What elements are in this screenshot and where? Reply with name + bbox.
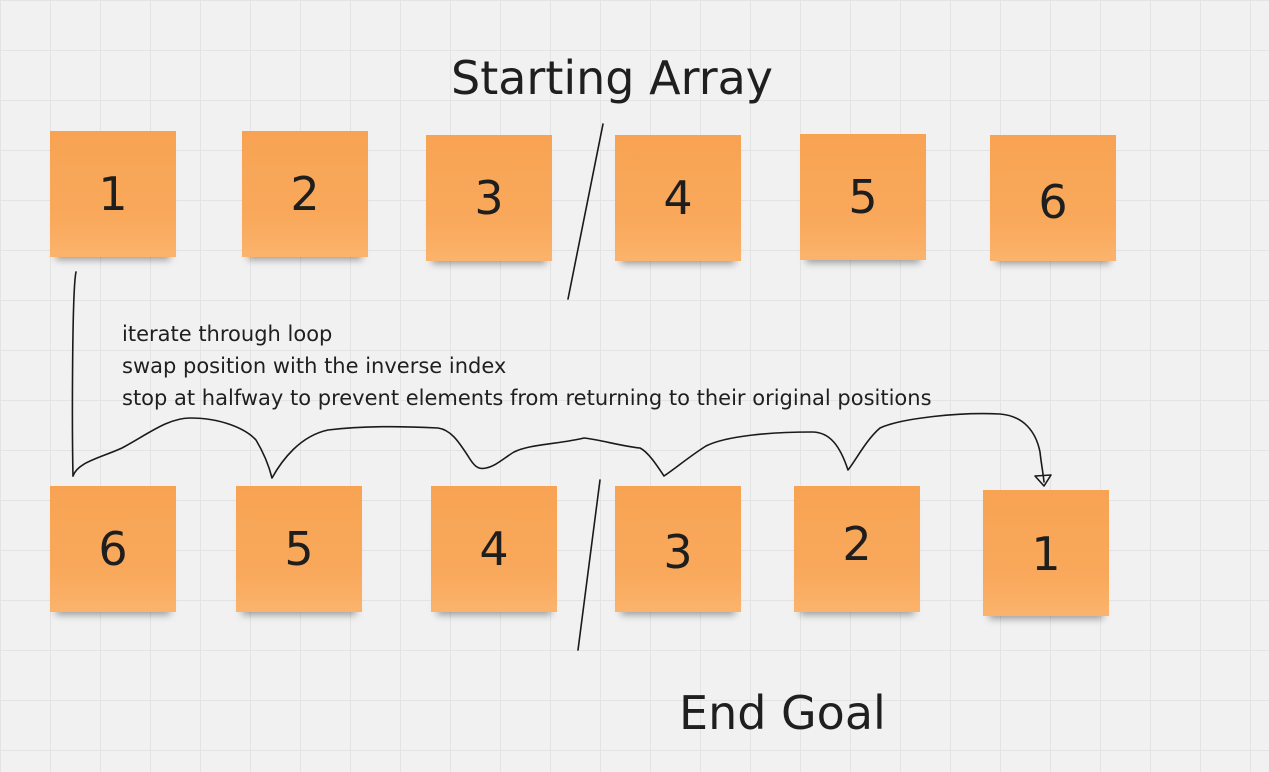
sticky-note-end-2[interactable]: 5 [236,486,362,612]
instruction-line: stop at halfway to prevent elements from… [122,386,932,410]
instruction-line: iterate through loop [122,322,333,346]
sticky-note-value: 6 [1038,175,1068,229]
instruction-text[interactable]: iterate through loop swap position with … [122,318,932,414]
end-goal-heading[interactable]: End Goal [679,690,886,736]
sticky-note-value: 3 [474,171,504,225]
sticky-note-end-4[interactable]: 3 [615,486,741,612]
connector-stroke[interactable] [71,271,77,477]
swap-arc-connector[interactable] [72,412,1045,483]
sticky-note-value: 1 [98,167,128,221]
sticky-note-end-6[interactable]: 1 [983,490,1109,616]
sticky-note-start-6[interactable]: 6 [990,135,1116,261]
starting-array-heading[interactable]: Starting Array [451,55,773,101]
sticky-note-value: 6 [98,522,128,576]
sticky-note-start-1[interactable]: 1 [50,131,176,257]
sticky-note-start-2[interactable]: 2 [242,131,368,257]
sticky-note-value: 2 [290,167,320,221]
sticky-note-value: 3 [663,525,693,579]
midpoint-divider-top[interactable] [567,123,604,300]
sticky-note-start-5[interactable]: 5 [800,134,926,260]
sticky-note-value: 1 [1031,527,1061,581]
sticky-note-value: 5 [848,170,878,224]
sticky-note-value: 4 [479,522,509,576]
instruction-line: swap position with the inverse index [122,354,507,378]
arrowhead-icon[interactable] [1034,474,1052,487]
sticky-note-end-1[interactable]: 6 [50,486,176,612]
sticky-note-end-5[interactable]: 2 [794,486,920,612]
sticky-note-value: 4 [663,171,693,225]
sticky-note-value: 2 [842,517,872,571]
sticky-note-end-3[interactable]: 4 [431,486,557,612]
sticky-note-start-3[interactable]: 3 [426,135,552,261]
sticky-note-value: 5 [284,522,314,576]
midpoint-divider-bottom[interactable] [577,479,601,651]
whiteboard-canvas[interactable]: Starting Array 1 2 3 4 5 6 iterate throu… [0,0,1269,772]
sticky-note-start-4[interactable]: 4 [615,135,741,261]
